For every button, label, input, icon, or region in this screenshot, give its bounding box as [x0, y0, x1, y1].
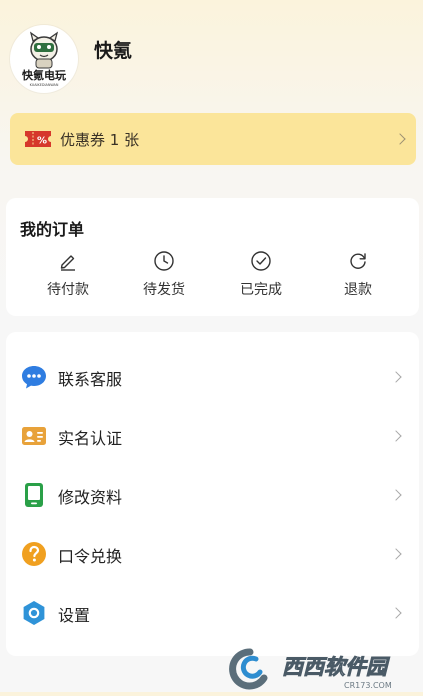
menu-item-label: 联系客服	[58, 370, 123, 389]
menu-item-code-redeem[interactable]: 口令兑换	[6, 524, 419, 583]
order-item-label: 已完成	[240, 282, 282, 298]
check-circle-icon	[251, 251, 271, 271]
chevron-right-icon	[390, 548, 402, 560]
orders-card: 我的订单 待付款 待发货 已完成 退款	[6, 198, 419, 316]
avatar-logo-text: 快氪电玩	[21, 68, 66, 82]
order-item-label: 退款	[344, 282, 372, 298]
order-pending-payment[interactable]: 待付款	[33, 250, 103, 299]
menu-item-label: 设置	[58, 606, 91, 625]
watermark-subtext: CR173.COM	[344, 681, 392, 690]
order-item-label: 待付款	[47, 282, 89, 298]
chevron-right-icon	[390, 607, 402, 619]
order-pending-shipment[interactable]: 待发货	[129, 250, 199, 299]
clock-icon	[154, 251, 174, 271]
pencil-icon	[60, 255, 75, 271]
settings-hexagon-icon	[23, 601, 45, 625]
menu-item-contact-service[interactable]: 联系客服	[6, 347, 419, 406]
tablet-icon	[25, 483, 43, 507]
cartoon-mascot-avatar-icon: 快氪电玩 KUAIKEDIANWAN	[21, 31, 66, 87]
chevron-right-icon	[394, 133, 406, 145]
chevron-right-icon	[390, 371, 402, 383]
watermark-text: 西西软件园	[282, 655, 390, 679]
chat-bubble-icon	[22, 366, 46, 389]
avatar[interactable]: 快氪电玩 KUAIKEDIANWAN	[10, 25, 78, 93]
order-completed[interactable]: 已完成	[226, 250, 296, 299]
coupon-label: 优惠券 1 张	[60, 131, 140, 149]
ticket-icon: %	[25, 131, 51, 147]
menu-item-label: 修改资料	[58, 488, 123, 507]
menu-item-label: 口令兑换	[58, 547, 123, 566]
order-item-label: 待发货	[143, 282, 185, 298]
profile-header: 快氪电玩 KUAIKEDIANWAN 快氪	[0, 0, 423, 110]
menu-item-real-name-auth[interactable]: 实名认证	[6, 406, 419, 465]
menu-item-settings[interactable]: 设置	[6, 583, 419, 642]
refresh-icon	[350, 253, 366, 269]
coupon-banner[interactable]: % 优惠券 1 张	[10, 113, 416, 165]
menu-card: 联系客服 实名认证 修改资料 口令兑换 设置	[6, 332, 419, 656]
menu-item-edit-profile[interactable]: 修改资料	[6, 465, 419, 524]
watermark-logo-icon: 西西软件园 CR173.COM	[229, 648, 392, 690]
avatar-logo-subtext: KUAIKEDIANWAN	[30, 83, 59, 87]
chevron-right-icon	[390, 489, 402, 501]
order-refund[interactable]: 退款	[323, 250, 393, 299]
chevron-right-icon	[390, 430, 402, 442]
id-card-icon	[22, 427, 46, 445]
question-icon	[22, 542, 46, 566]
username: 快氪	[94, 40, 133, 62]
watermark: 西西软件园 CR173.COM	[226, 644, 423, 692]
ticket-mark: %	[37, 136, 47, 147]
menu-item-label: 实名认证	[58, 429, 123, 448]
orders-title: 我的订单	[20, 220, 85, 239]
